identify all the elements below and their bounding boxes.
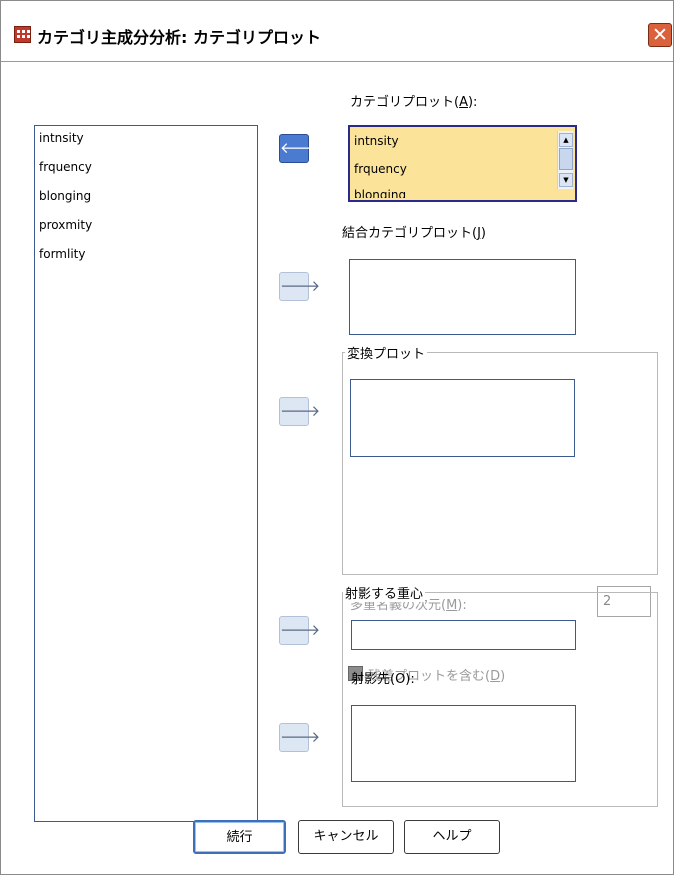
arrow-right-icon: 🡒: [280, 728, 321, 746]
category-plots-list[interactable]: intnsity frquency blonging ▲ ▼: [348, 125, 577, 202]
transformation-plots-title: 変換プロット: [345, 343, 428, 362]
arrow-right-icon: 🡒: [280, 621, 321, 639]
list-item[interactable]: proxmity: [39, 218, 92, 232]
scroll-thumb[interactable]: [559, 148, 573, 170]
title-bar[interactable]: カテゴリ主成分分析: カテゴリプロット ✕: [1, 1, 673, 62]
projected-centroid-field[interactable]: [351, 620, 576, 650]
move-to-category-plots-button[interactable]: 🡐: [279, 134, 321, 163]
project-onto-label: 射影先(O):: [351, 672, 415, 687]
category-plots-label: カテゴリプロット(A):: [350, 95, 478, 110]
move-to-transformation-plots-button[interactable]: 🡒: [279, 397, 321, 426]
app-table-icon: [14, 26, 31, 43]
transformation-plots-list[interactable]: [350, 379, 575, 457]
cancel-button[interactable]: キャンセル: [298, 820, 394, 854]
projected-centroids-title: 射影する重心: [343, 583, 426, 602]
arrow-left-icon: 🡐: [280, 139, 321, 157]
list-item[interactable]: frquency: [354, 162, 407, 176]
list-item[interactable]: intnsity: [354, 134, 399, 148]
arrow-right-icon: 🡒: [280, 402, 321, 420]
help-button[interactable]: ヘルプ: [404, 820, 500, 854]
move-to-project-onto-button[interactable]: 🡒: [279, 723, 321, 752]
list-item[interactable]: formlity: [39, 247, 85, 261]
list-item[interactable]: intnsity: [39, 131, 84, 145]
window-title: カテゴリ主成分分析: カテゴリプロット: [37, 28, 321, 47]
scroll-up-icon[interactable]: ▲: [559, 133, 573, 147]
joint-category-plots-label: 結合カテゴリプロット(J): [342, 226, 486, 241]
scroll-down-icon[interactable]: ▼: [559, 173, 573, 187]
list-item[interactable]: blonging: [354, 188, 406, 198]
project-onto-list[interactable]: [351, 705, 576, 782]
list-item[interactable]: frquency: [39, 160, 92, 174]
close-icon: ✕: [652, 24, 668, 46]
joint-category-plots-list[interactable]: [349, 259, 576, 335]
source-variable-list[interactable]: intnsity frquency blonging proxmity form…: [34, 125, 258, 822]
continue-button[interactable]: 続行: [193, 820, 286, 854]
move-to-joint-plots-button[interactable]: 🡒: [279, 272, 321, 301]
move-to-centroids-button[interactable]: 🡒: [279, 616, 321, 645]
list-item[interactable]: blonging: [39, 189, 91, 203]
close-button[interactable]: ✕: [648, 23, 672, 47]
dialog-window: カテゴリ主成分分析: カテゴリプロット ✕ intnsity frquency …: [0, 0, 674, 875]
arrow-right-icon: 🡒: [280, 277, 321, 295]
category-plots-scrollbar[interactable]: ▲ ▼: [557, 131, 573, 189]
